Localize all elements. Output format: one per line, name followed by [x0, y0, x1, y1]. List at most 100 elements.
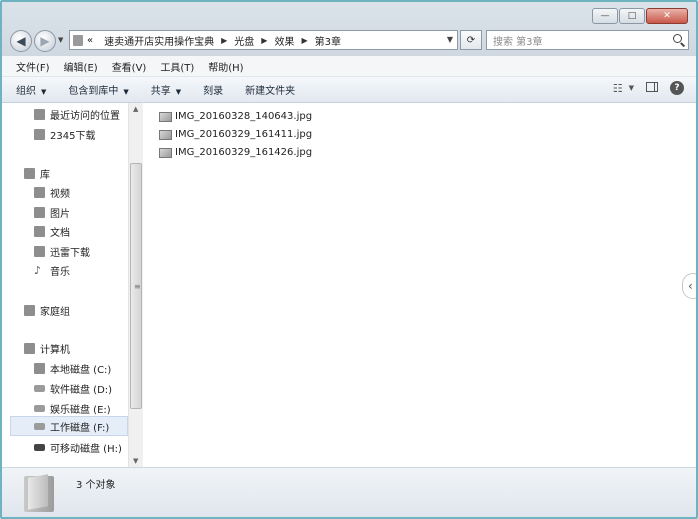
item-count: 3 个对象 [76, 480, 116, 491]
refresh-button[interactable]: ⟳ [460, 30, 482, 50]
nav-item-pictures[interactable]: 图片 [34, 205, 70, 220]
grip-icon: ≡ [134, 282, 141, 291]
nav-label: 计算机 [40, 345, 70, 356]
nav-item-recent[interactable]: 最近访问的位置 [34, 107, 120, 122]
scrollbar-thumb[interactable]: ≡ [130, 163, 142, 409]
recent-places-icon [34, 109, 45, 120]
nav-item-drive-c[interactable]: 本地磁盘 (C:) [34, 361, 111, 376]
file-list: IMG_20160328_140643.jpg IMG_20160329_161… [143, 103, 696, 467]
menu-help[interactable]: 帮助(H) [208, 59, 243, 74]
forward-button[interactable]: ▶ [34, 30, 56, 52]
nav-label: 软件磁盘 (D:) [50, 385, 113, 396]
explorer-window: — □ ✕ ◀ ▶ ▼ « 速卖通开店实用操作宝典 ▶ 光盘 ▶ 效果 ▶ 第3… [0, 0, 698, 519]
nav-label: 本地磁盘 (C:) [50, 365, 112, 376]
nav-label: 工作磁盘 (F:) [50, 422, 110, 434]
view-options-icon[interactable]: ☷ [613, 82, 623, 95]
side-panel-toggle[interactable]: ‹ [682, 273, 696, 299]
nav-label: 图片 [50, 209, 70, 220]
chevron-right-icon[interactable]: ▶ [221, 36, 227, 45]
hard-drive-icon [34, 405, 45, 412]
navigation-scrollbar[interactable]: ▲ ≡ ▼ [128, 103, 143, 467]
minimize-button[interactable]: — [592, 8, 618, 24]
organize-button[interactable]: 组织 ▼ [16, 82, 46, 97]
arrow-right-icon: ▶ [40, 34, 50, 48]
help-button[interactable]: ? [670, 81, 684, 95]
hard-drive-icon [34, 422, 45, 430]
document-icon [34, 226, 45, 237]
search-input[interactable]: 搜索 第3章 [486, 30, 689, 50]
image-file-icon [159, 147, 172, 158]
breadcrumb-item[interactable]: 效果 [274, 33, 294, 48]
file-item[interactable]: IMG_20160329_161426.jpg [159, 147, 312, 158]
breadcrumb-item[interactable]: 光盘 [234, 33, 254, 48]
nav-label: 娱乐磁盘 (E:) [50, 405, 111, 416]
nav-item-documents[interactable]: 文档 [34, 224, 70, 239]
hard-drive-icon [34, 385, 45, 392]
menu-edit[interactable]: 编辑(E) [64, 59, 98, 74]
back-button[interactable]: ◀ [10, 30, 32, 52]
chevron-down-icon[interactable]: ▼ [629, 84, 634, 92]
menu-view[interactable]: 查看(V) [112, 59, 147, 74]
nav-label: 家庭组 [40, 307, 70, 318]
nav-item-2345-download[interactable]: 2345下载 [34, 127, 95, 142]
nav-item-thunder-download[interactable]: 迅雷下载 [34, 244, 90, 259]
breadcrumb-item[interactable]: 速卖通开店实用操作宝典 [104, 33, 214, 48]
menu-file[interactable]: 文件(F) [16, 59, 50, 74]
include-library-button[interactable]: 包含到库中 ▼ [68, 82, 128, 97]
nav-item-computer[interactable]: 计算机 [24, 341, 70, 356]
folder-icon [24, 476, 54, 512]
share-button[interactable]: 共享 ▼ [151, 82, 181, 97]
music-note-icon: ♪ [34, 264, 42, 277]
chevron-right-icon[interactable]: ▶ [261, 36, 267, 45]
search-icon[interactable] [673, 34, 682, 43]
breadcrumb-overflow[interactable]: « [87, 35, 93, 46]
maximize-button[interactable]: □ [619, 8, 645, 24]
window-controls: — □ ✕ [591, 8, 688, 24]
chevron-down-icon: ▼ [123, 88, 129, 96]
nav-item-drive-d[interactable]: 软件磁盘 (D:) [34, 381, 112, 396]
nav-item-libraries[interactable]: 库 [24, 166, 50, 181]
file-item[interactable]: IMG_20160329_161411.jpg [159, 129, 312, 140]
folder-icon [73, 34, 83, 46]
breadcrumb-item[interactable]: 第3章 [315, 33, 341, 48]
chevron-down-icon: ▼ [41, 88, 47, 96]
folder-icon [34, 246, 45, 257]
chevron-down-icon: ▼ [175, 88, 182, 96]
scroll-up-icon[interactable]: ▲ [133, 105, 138, 113]
chevron-right-icon[interactable]: ▶ [301, 36, 307, 45]
chevron-down-icon[interactable]: ▼ [447, 35, 453, 44]
recent-pages-dropdown[interactable]: ▼ [58, 36, 63, 44]
system-drive-icon [34, 363, 45, 374]
address-bar[interactable]: « 速卖通开店实用操作宝典 ▶ 光盘 ▶ 效果 ▶ 第3章 ▼ [69, 30, 458, 50]
title-bar: — □ ✕ ◀ ▶ ▼ « 速卖通开店实用操作宝典 ▶ 光盘 ▶ 效果 ▶ 第3… [2, 2, 696, 56]
nav-item-drive-h[interactable]: 可移动磁盘 (H:) [34, 440, 122, 455]
search-placeholder: 搜索 第3章 [493, 36, 543, 48]
nav-item-music[interactable]: ♪ 音乐 [34, 263, 70, 278]
preview-pane-icon [646, 81, 658, 92]
nav-label: 音乐 [50, 267, 70, 278]
view-controls: ☷ ▼ ? [601, 81, 684, 95]
image-file-icon [159, 111, 172, 122]
menu-tools[interactable]: 工具(T) [160, 59, 194, 74]
breadcrumb: « 速卖通开店实用操作宝典 ▶ 光盘 ▶ 效果 ▶ 第3章 [87, 33, 341, 48]
menu-bar: 文件(F) 编辑(E) 查看(V) 工具(T) 帮助(H) [2, 56, 696, 77]
image-file-icon [159, 129, 172, 140]
close-button[interactable]: ✕ [646, 8, 688, 24]
file-name: IMG_20160329_161411.jpg [175, 129, 313, 140]
preview-pane-button[interactable] [646, 81, 658, 95]
new-folder-button[interactable]: 新建文件夹 [245, 82, 295, 97]
video-icon [34, 187, 45, 198]
nav-item-drive-f[interactable]: 工作磁盘 (F:) [10, 416, 128, 436]
homegroup-icon [24, 305, 35, 316]
arrow-left-icon: ◀ [16, 34, 26, 48]
file-item[interactable]: IMG_20160328_140643.jpg [159, 111, 312, 122]
organize-label: 组织 [16, 86, 36, 97]
nav-item-videos[interactable]: 视频 [34, 185, 70, 200]
burn-button[interactable]: 刻录 [203, 82, 223, 97]
help-icon: ? [670, 81, 684, 95]
nav-item-drive-e[interactable]: 娱乐磁盘 (E:) [34, 401, 111, 416]
scroll-down-icon[interactable]: ▼ [133, 457, 138, 465]
nav-item-homegroup[interactable]: 家庭组 [24, 303, 70, 318]
file-name: IMG_20160329_161426.jpg [175, 147, 313, 158]
nav-label: 可移动磁盘 (H:) [50, 444, 122, 455]
